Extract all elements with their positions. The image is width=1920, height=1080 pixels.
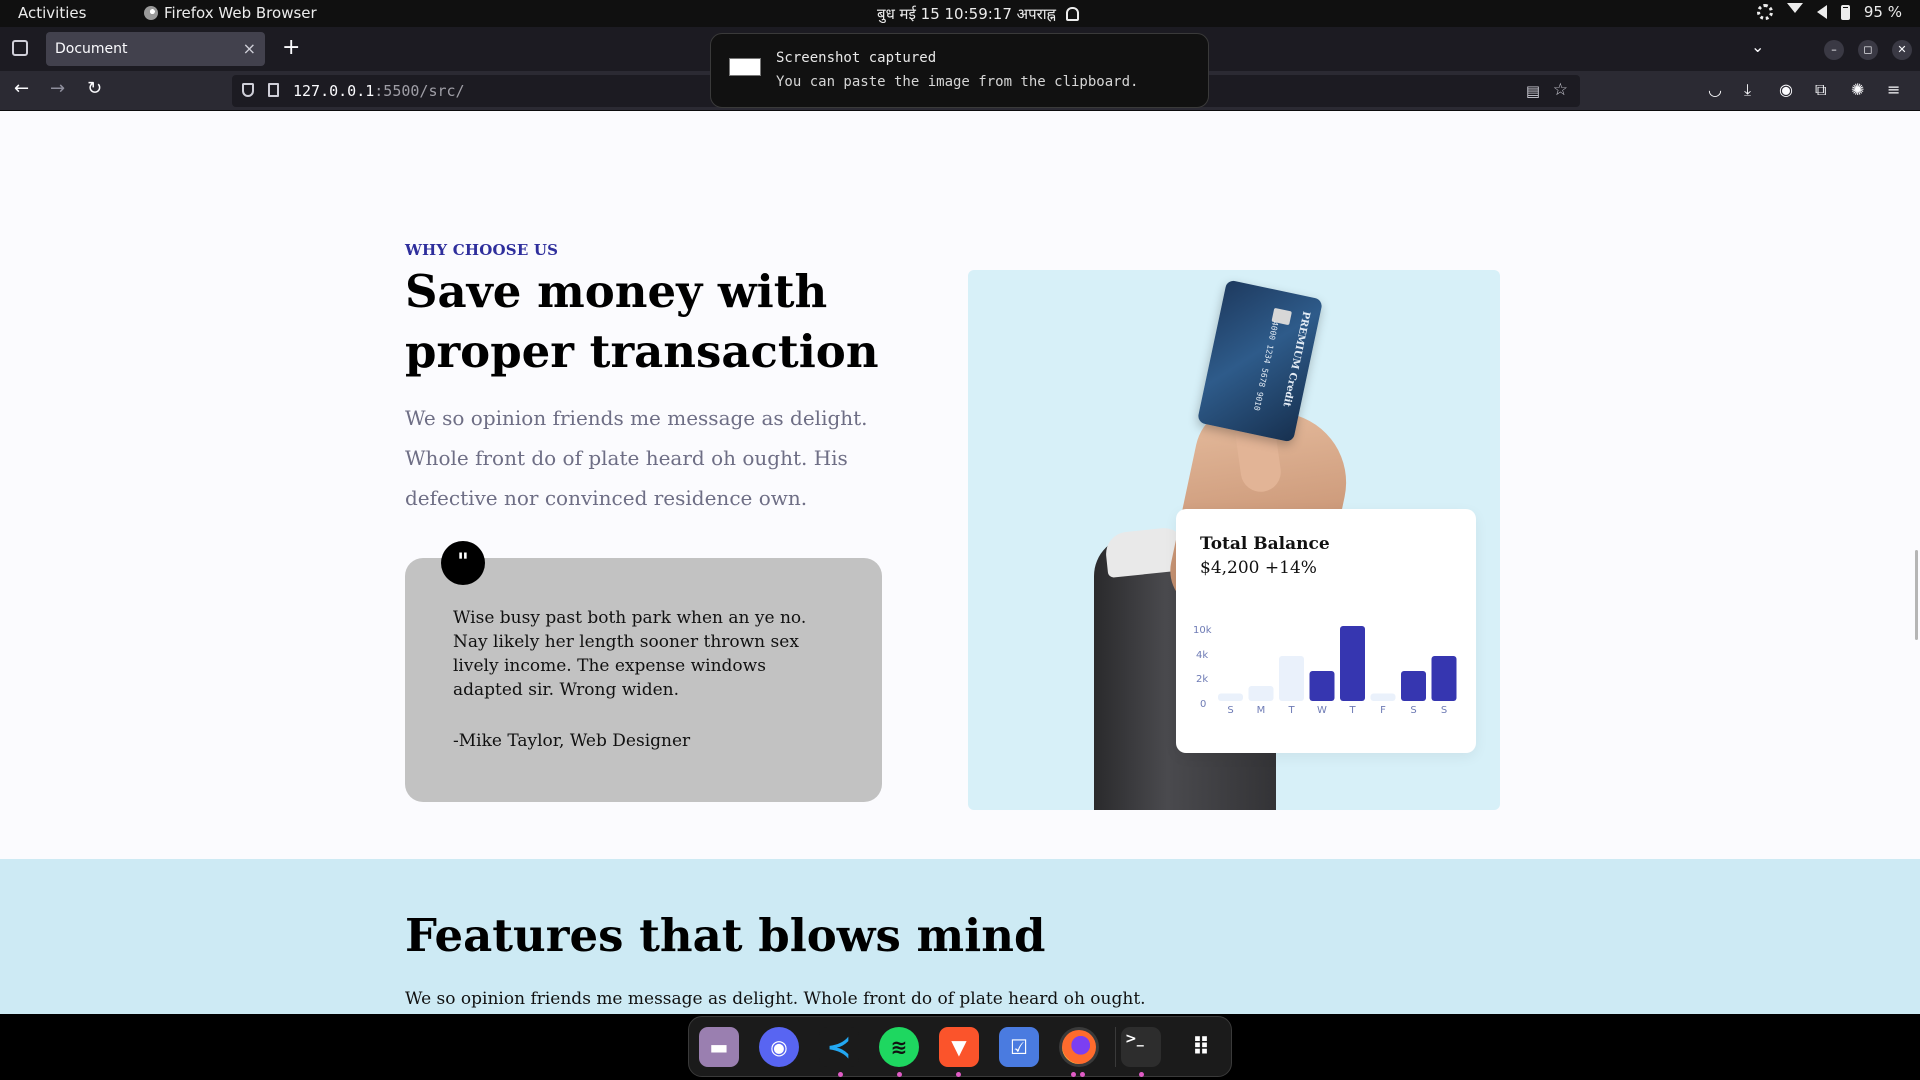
features-text: We so opinion friends me message as deli… [405, 989, 1146, 1009]
x-tick-label: M [1257, 705, 1266, 716]
close-window-icon[interactable]: ✕ [1892, 40, 1912, 60]
x-tick-label: W [1317, 705, 1327, 716]
app-name: Firefox Web Browser [164, 4, 317, 22]
notification-body: You can paste the image from the clipboa… [776, 74, 1139, 90]
night-light-icon [1756, 4, 1773, 20]
battery-percent: 95 % [1863, 3, 1902, 21]
extensions-icon[interactable]: ⧉ [1815, 80, 1826, 100]
x-tick-label: S [1410, 705, 1416, 716]
web-page: WHY CHOOSE US Save money with proper tra… [0, 112, 1920, 1014]
volume-icon [1816, 5, 1827, 19]
forward-icon[interactable]: → [50, 78, 65, 99]
new-tab-button[interactable]: + [282, 35, 300, 60]
menu-icon[interactable]: ≡ [1887, 80, 1900, 99]
chart-bar [1401, 671, 1426, 701]
url-path: :5500/src/ [374, 82, 465, 100]
x-tick-label: S [1441, 705, 1447, 716]
running-indicator [1080, 1072, 1085, 1077]
firefox-logo [1062, 1030, 1096, 1064]
wifi-icon [1786, 3, 1803, 21]
features-title: Features that blows mind [405, 909, 1046, 962]
dock-area: ▬ ◉ ≺ ≋ ▼ ☑ >_ ⠿ [0, 1014, 1920, 1080]
close-tab-icon[interactable]: × [243, 39, 256, 58]
tab-title: Document [55, 41, 128, 57]
brave-icon[interactable]: ▼ [939, 1027, 979, 1067]
chart-bar [1340, 626, 1365, 701]
firefox-icon[interactable] [1059, 1027, 1099, 1067]
testimonial-text: Wise busy past both park when an ye no. … [453, 608, 807, 700]
running-indicator [1071, 1072, 1076, 1077]
url-text[interactable]: 127.0.0.1:5500/src/ [293, 82, 465, 100]
firefox-small-icon [144, 6, 158, 20]
dock-separator [1115, 1027, 1116, 1067]
system-tray[interactable]: 95 % [1756, 3, 1902, 21]
minimize-icon[interactable]: – [1824, 40, 1844, 60]
y-tick-label: 2k [1196, 674, 1208, 685]
chart-bar [1279, 656, 1304, 701]
y-tick-label: 4k [1196, 650, 1208, 661]
account-icon[interactable]: ◉ [1779, 80, 1793, 99]
chart-bar [1370, 693, 1396, 701]
running-indicator [956, 1072, 961, 1077]
y-tick-label: 10k [1193, 625, 1212, 636]
chart-bar [1431, 656, 1457, 701]
chart-bar [1218, 693, 1243, 701]
page-info-icon[interactable] [268, 83, 279, 97]
tracking-shield-icon[interactable] [242, 83, 254, 97]
battery-icon [1840, 4, 1850, 20]
spotify-icon[interactable]: ≋ [879, 1027, 919, 1067]
x-tick-label: S [1227, 705, 1233, 716]
x-tick-label: T [1287, 705, 1295, 716]
screenshot-notification[interactable]: Screenshot captured You can paste the im… [710, 33, 1209, 108]
firefox-view-icon[interactable] [12, 40, 28, 56]
chart-bar [1309, 671, 1335, 701]
running-indicator [897, 1072, 902, 1077]
dock: ▬ ◉ ≺ ≋ ▼ ☑ >_ ⠿ [688, 1016, 1232, 1077]
back-icon[interactable]: ← [14, 78, 29, 99]
x-tick-label: T [1348, 705, 1356, 716]
features-section: Features that blows mind We so opinion f… [0, 859, 1920, 1014]
testimonial-author: -Mike Taylor, Web Designer [453, 731, 691, 751]
scrollbar-thumb[interactable] [1915, 550, 1918, 640]
hero-lead: We so opinion friends me message as deli… [405, 406, 868, 510]
running-indicator [1139, 1072, 1144, 1077]
pocket-icon[interactable]: ◡ [1708, 80, 1722, 99]
tasks-icon[interactable]: ☑ [999, 1027, 1039, 1067]
discord-icon[interactable]: ◉ [759, 1027, 799, 1067]
app-menu[interactable]: Firefox Web Browser [144, 4, 317, 22]
weekly-bar-chart: 0 2k 4k 10k S M T W T F S S [1193, 625, 1457, 716]
list-all-tabs-icon[interactable]: ⌄ [1751, 37, 1764, 56]
bookmark-star-icon[interactable]: ☆ [1553, 80, 1568, 100]
clock-text: बुध मई 15 10:59:17 अपराह्न [877, 5, 1056, 23]
total-balance-card: Total Balance $4,200 +14% 0 2k 4k 10k S M T W T F… [1176, 509, 1476, 753]
terminal-icon[interactable]: >_ [1121, 1027, 1161, 1067]
screenshot-thumbnail-icon [729, 58, 761, 76]
activities-button[interactable]: Activities [18, 4, 86, 22]
section-eyebrow: WHY CHOOSE US [405, 241, 559, 259]
clock[interactable]: बुध मई 15 10:59:17 अपराह्न [877, 4, 1079, 24]
chart-bar [1248, 686, 1274, 701]
downloads-icon[interactable]: ⤓ [1744, 80, 1751, 100]
y-tick-label: 0 [1200, 699, 1206, 710]
notification-title: Screenshot captured [776, 50, 937, 66]
running-indicator [838, 1072, 843, 1077]
system-top-bar: Activities Firefox Web Browser बुध मई 15… [0, 0, 1920, 27]
files-icon[interactable]: ▬ [699, 1027, 739, 1067]
card-digits: 4000 1234 5678 9010 [1251, 320, 1280, 412]
bell-icon [1065, 7, 1079, 21]
tab-document[interactable]: Document × [46, 32, 265, 66]
vscode-icon[interactable]: ≺ [819, 1027, 859, 1067]
reload-icon[interactable]: ↻ [87, 78, 102, 99]
quote-icon: " [441, 541, 485, 585]
restore-icon[interactable]: ◻ [1858, 40, 1878, 60]
reader-view-icon[interactable]: ▤ [1526, 82, 1540, 100]
hero-headline: Save money with proper transaction [405, 265, 879, 378]
url-host: 127.0.0.1 [293, 82, 375, 100]
app-grid-icon[interactable]: ⠿ [1181, 1027, 1221, 1067]
x-tick-label: F [1380, 705, 1386, 716]
extension-react-icon[interactable]: ✺ [1851, 80, 1864, 99]
